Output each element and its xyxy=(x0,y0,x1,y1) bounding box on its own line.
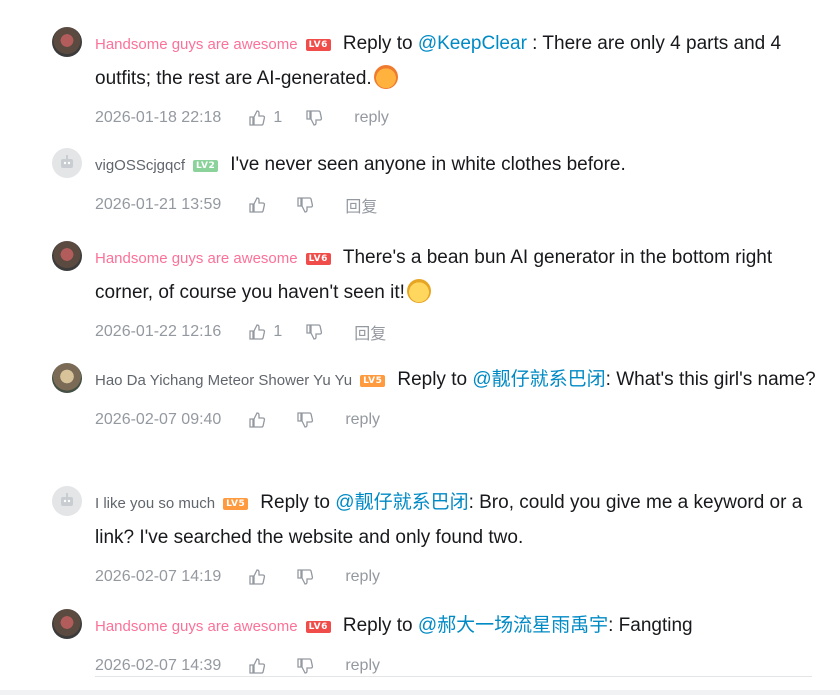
reply-button[interactable]: reply xyxy=(345,411,380,429)
avatar[interactable] xyxy=(52,241,82,271)
thumbs-down-icon xyxy=(297,658,314,674)
thumbs-up-icon xyxy=(249,569,266,585)
reply-button[interactable]: 回复 xyxy=(354,320,386,344)
avatar[interactable] xyxy=(52,486,82,516)
level-badge: LV5 xyxy=(360,375,386,387)
like-button[interactable]: 1 xyxy=(247,322,282,342)
thumbs-up-icon xyxy=(249,197,266,213)
like-button[interactable] xyxy=(247,567,273,587)
reply-prefix: Reply to xyxy=(342,615,413,636)
username[interactable]: Hao Da Yichang Meteor Shower Yu Yu xyxy=(95,372,352,389)
mention-link[interactable]: @靓仔就系巴闭 xyxy=(472,369,605,390)
like-count: 1 xyxy=(273,109,283,126)
level-badge: LV5 xyxy=(223,498,249,510)
dislike-button[interactable] xyxy=(295,410,315,430)
reply-prefix: Reply to xyxy=(397,369,468,390)
thumbs-down-icon xyxy=(297,197,314,213)
thumbs-up-icon xyxy=(249,324,266,340)
comment-body: : What's this girl's name? xyxy=(605,369,816,390)
comment-text: Handsome guys are awesome LV6 There's a be… xyxy=(95,241,822,310)
like-button[interactable] xyxy=(247,410,273,430)
username[interactable]: I like you so much xyxy=(95,495,215,512)
crying-face-emoji-icon xyxy=(406,279,431,303)
thumbs-up-icon xyxy=(249,412,266,428)
comment-body: : Fangting xyxy=(608,615,693,636)
level-badge: LV2 xyxy=(193,160,219,172)
blushing-face-emoji-icon xyxy=(373,65,398,89)
comment-meta: 2026-02-07 14:39 reply xyxy=(95,654,822,678)
reply-prefix: Reply to xyxy=(342,33,413,54)
username[interactable]: Handsome guys are awesome xyxy=(95,250,298,267)
comment-meta: 2026-01-22 12:16 1 回复 xyxy=(95,320,822,344)
dislike-button[interactable] xyxy=(295,567,315,587)
mention-link[interactable]: @郝大一场流星雨禹宇 xyxy=(418,615,608,636)
dislike-button[interactable] xyxy=(295,656,315,676)
default-avatar-icon xyxy=(61,155,73,168)
divider xyxy=(95,676,812,677)
username[interactable]: vigOSScjgqcf xyxy=(95,157,185,174)
horizontal-scrollbar[interactable] xyxy=(0,690,840,695)
avatar[interactable] xyxy=(52,27,82,57)
avatar[interactable] xyxy=(52,609,82,639)
timestamp: 2026-01-21 13:59 xyxy=(95,196,222,213)
username[interactable]: Handsome guys are awesome xyxy=(95,618,298,635)
level-badge: LV6 xyxy=(305,253,331,265)
like-count: 1 xyxy=(273,323,283,340)
default-avatar-icon xyxy=(61,493,73,506)
reply-button[interactable]: 回复 xyxy=(345,193,377,217)
comment-meta: 2026-01-18 22:18 1 reply xyxy=(95,106,822,130)
comment-text: Hao Da Yichang Meteor Shower Yu Yu LV5 Rep… xyxy=(95,363,822,398)
comment-meta: 2026-01-21 13:59 回复 xyxy=(95,193,822,217)
comment-text: I like you so much LV5 Reply to @靓仔就系巴闭: B… xyxy=(95,486,822,555)
comment-body: I've never seen anyone in white clothes … xyxy=(230,154,626,175)
comment-meta: 2026-02-07 09:40 reply xyxy=(95,408,822,432)
timestamp: 2026-01-18 22:18 xyxy=(95,109,222,126)
like-button[interactable]: 1 xyxy=(247,108,282,128)
timestamp: 2026-02-07 09:40 xyxy=(95,411,222,428)
dislike-button[interactable] xyxy=(295,195,315,215)
reply-button[interactable]: reply xyxy=(345,568,380,586)
thumbs-up-icon xyxy=(249,110,266,126)
dislike-button[interactable] xyxy=(304,322,324,342)
mention-link[interactable]: @靓仔就系巴闭 xyxy=(335,492,468,513)
comment-text: vigOSScjgqcf LV2 I've never seen anyone in… xyxy=(95,148,822,183)
avatar[interactable] xyxy=(52,363,82,393)
comment-meta: 2026-02-07 14:19 reply xyxy=(95,565,822,589)
dislike-button[interactable] xyxy=(304,108,324,128)
avatar[interactable] xyxy=(52,148,82,178)
thumbs-down-icon xyxy=(306,324,323,340)
level-badge: LV6 xyxy=(305,39,331,51)
mention-link[interactable]: @KeepClear xyxy=(418,33,527,54)
thumbs-down-icon xyxy=(297,569,314,585)
level-badge: LV6 xyxy=(305,621,331,633)
thumbs-down-icon xyxy=(297,412,314,428)
thumbs-up-icon xyxy=(249,658,266,674)
comment-text: Handsome guys are awesome LV6 Reply to @Ke… xyxy=(95,27,822,96)
timestamp: 2026-01-22 12:16 xyxy=(95,323,222,340)
reply-button[interactable]: reply xyxy=(354,109,389,127)
reply-button[interactable]: reply xyxy=(345,657,380,675)
like-button[interactable] xyxy=(247,656,273,676)
comment-text: Handsome guys are awesome LV6 Reply to @郝大… xyxy=(95,609,822,644)
timestamp: 2026-02-07 14:39 xyxy=(95,657,222,674)
thumbs-down-icon xyxy=(306,110,323,126)
reply-prefix: Reply to xyxy=(260,492,330,513)
like-button[interactable] xyxy=(247,195,273,215)
username[interactable]: Handsome guys are awesome xyxy=(95,36,298,53)
timestamp: 2026-02-07 14:19 xyxy=(95,568,222,585)
